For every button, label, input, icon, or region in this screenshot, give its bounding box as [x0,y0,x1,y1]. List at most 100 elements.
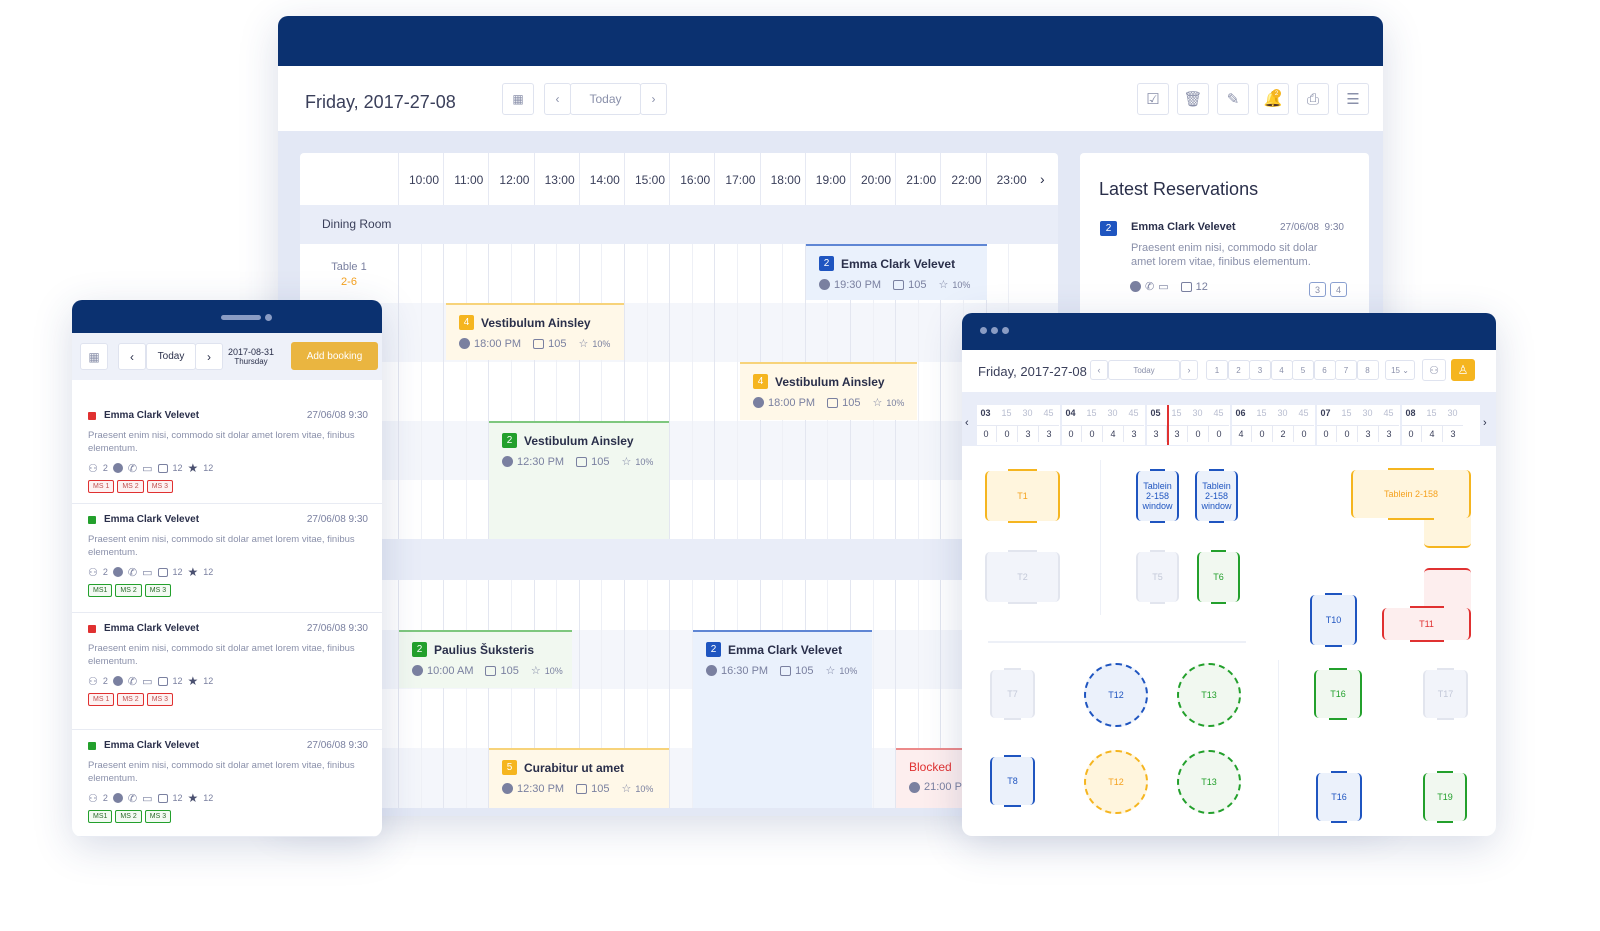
table-t8[interactable]: T8 [990,755,1035,807]
timeline-count[interactable]: 0 [1060,425,1081,442]
bell-button[interactable]: 🔔 2 [1257,83,1289,115]
list-item[interactable]: Emma Clark Velevet 27/06/08 9:30 Praesent … [72,613,382,730]
table-t13[interactable]: T13 [1177,750,1241,814]
list-button[interactable]: ☰ [1337,83,1369,115]
next-day-button[interactable]: › [195,343,223,370]
timeline-count[interactable]: 3 [1038,425,1059,442]
booking-card[interactable]: 4 Vestibulum Ainsley 18:00 PM 105 ☆ 10% [446,303,624,360]
timeline-count[interactable]: 4 [1230,425,1251,442]
table-t11[interactable]: T11 [1382,606,1471,642]
timeline-count[interactable]: 0 [1400,425,1421,442]
timeline-count[interactable]: 3 [1166,425,1187,442]
table-t10[interactable]: T10 [1310,593,1357,647]
timeline-count[interactable]: 3 [1017,425,1038,442]
table-t2[interactable]: T2 [985,550,1060,604]
tag[interactable]: MS 1 [88,480,115,493]
tag[interactable]: MS 3 [144,810,172,823]
table-t13[interactable]: T13 [1177,663,1241,727]
timeline-count[interactable]: 0 [1251,425,1272,442]
timeline-count[interactable]: 4 [1102,425,1123,442]
booking-card[interactable]: 2 Paulius Šuksteris 10:00 AM 105 ☆ 10% [399,630,572,688]
table-t12[interactable]: T12 [1084,750,1148,814]
page-button[interactable]: 6 [1313,360,1336,380]
timeline-count[interactable]: 0 [1315,425,1336,442]
guests-view-button[interactable]: ⚇ [1422,359,1446,381]
booking-card[interactable]: 2 Vestibulum Ainsley 12:30 PM 105 ☆ 10% [489,421,669,539]
table-tablein-2-158[interactable]: Tablein 2-158 [1351,468,1471,520]
table-chip-3[interactable]: 3 [1309,282,1326,297]
calendar-button[interactable]: ▦ [80,343,108,370]
table-t17[interactable]: T17 [1423,668,1468,720]
print-button[interactable]: ⎙ [1297,83,1329,115]
table-t12[interactable]: T12 [1084,663,1148,727]
next-day-button[interactable]: › [640,83,667,115]
interval-select[interactable]: 15 ⌄ [1385,360,1415,380]
table-t16[interactable]: T16 [1314,668,1362,720]
list-item[interactable]: Emma Clark Velevet 27/06/08 9:30 Praesent … [72,400,382,504]
trash-button[interactable]: 🗑 [1177,83,1209,115]
hour-scroll-right-button[interactable]: › [1040,171,1045,187]
page-button[interactable]: 2 [1227,360,1250,380]
table-tablein-2-158-window[interactable]: Tablein 2-158 window [1195,469,1238,523]
page-button[interactable]: 5 [1292,360,1314,380]
prev-day-button[interactable]: ‹ [1090,360,1108,380]
user-view-button[interactable]: ♙ [1451,359,1475,381]
page-button[interactable]: 3 [1249,360,1271,380]
table-t5[interactable]: T5 [1136,550,1179,604]
table-tablein-2-158-window[interactable]: Tablein 2-158 window [1136,469,1179,523]
timeline-count[interactable]: 0 [1336,425,1357,442]
timeline-count[interactable]: 0 [1293,425,1314,442]
tag[interactable]: MS 2 [115,584,142,597]
page-button[interactable]: 4 [1270,360,1293,380]
next-day-button[interactable]: › [1180,360,1198,380]
floor-date: Friday, 2017-27-08 [978,364,1087,379]
edit-button[interactable]: ✎ [1217,83,1249,115]
booking-card[interactable]: 5 Curabitur ut amet 12:30 PM 105 ☆ 10% [489,748,669,808]
timeline-count[interactable]: 3 [1378,425,1399,442]
timeline-count[interactable]: 2 [1272,425,1293,442]
timeline-count[interactable]: 0 [1081,425,1102,442]
timeline-count[interactable]: 3 [1145,425,1166,442]
page-button[interactable]: 1 [1206,360,1228,380]
add-booking-button[interactable]: Add booking [291,342,378,370]
tag[interactable]: MS 2 [115,810,142,823]
tag[interactable]: MS 3 [144,584,172,597]
timeline-count[interactable]: 4 [1421,425,1442,442]
list-item[interactable]: Emma Clark Velevet 27/06/08 9:30 Praesent … [72,730,382,837]
timeline-count[interactable]: 0 [1187,425,1208,442]
today-button[interactable]: Today [1108,360,1180,380]
check-square-button[interactable]: ☑ [1137,83,1169,115]
today-button[interactable]: Today [570,83,641,115]
tag[interactable]: MS 2 [117,480,144,493]
prev-day-button[interactable]: ‹ [544,83,571,115]
timeline-next-button[interactable]: › [1483,417,1487,429]
tag[interactable]: MS 3 [146,693,174,706]
tag[interactable]: MS 3 [146,480,174,493]
today-button[interactable]: Today [146,343,196,370]
booking-card[interactable]: 2 Emma Clark Velevet 16:30 PM 105 ☆ 10% [693,630,872,808]
booking-card[interactable]: 4 Vestibulum Ainsley 18:00 PM 105 ☆ 10% [740,362,917,420]
tag[interactable]: MS1 [88,584,113,597]
table-t6[interactable]: T6 [1197,550,1240,604]
page-button[interactable]: 7 [1335,360,1357,380]
timeline-count[interactable]: 3 [1357,425,1378,442]
tag[interactable]: MS 2 [117,693,144,706]
calendar-button[interactable]: ▦ [502,83,534,115]
tag[interactable]: MS1 [88,810,113,823]
timeline-count[interactable]: 0 [996,425,1017,442]
timeline-count[interactable]: 0 [1208,425,1229,442]
timeline-prev-button[interactable]: ‹ [965,417,969,429]
timeline-count[interactable]: 3 [1442,425,1463,442]
page-button[interactable]: 8 [1356,360,1379,380]
table-chip-4[interactable]: 4 [1330,282,1347,297]
booking-card[interactable]: 2 Emma Clark Velevet 19:30 PM 105 ☆ 10% [806,244,987,300]
tag[interactable]: MS 1 [88,693,115,706]
table-t16[interactable]: T16 [1316,771,1362,823]
timeline-count[interactable]: 0 [975,425,996,442]
table-t19[interactable]: T19 [1423,771,1467,823]
prev-day-button[interactable]: ‹ [118,343,146,370]
timeline-count[interactable]: 3 [1123,425,1144,442]
table-t1[interactable]: T1 [985,469,1060,523]
table-t7[interactable]: T7 [990,668,1035,720]
list-item[interactable]: Emma Clark Velevet 27/06/08 9:30 Praesent … [72,504,382,613]
